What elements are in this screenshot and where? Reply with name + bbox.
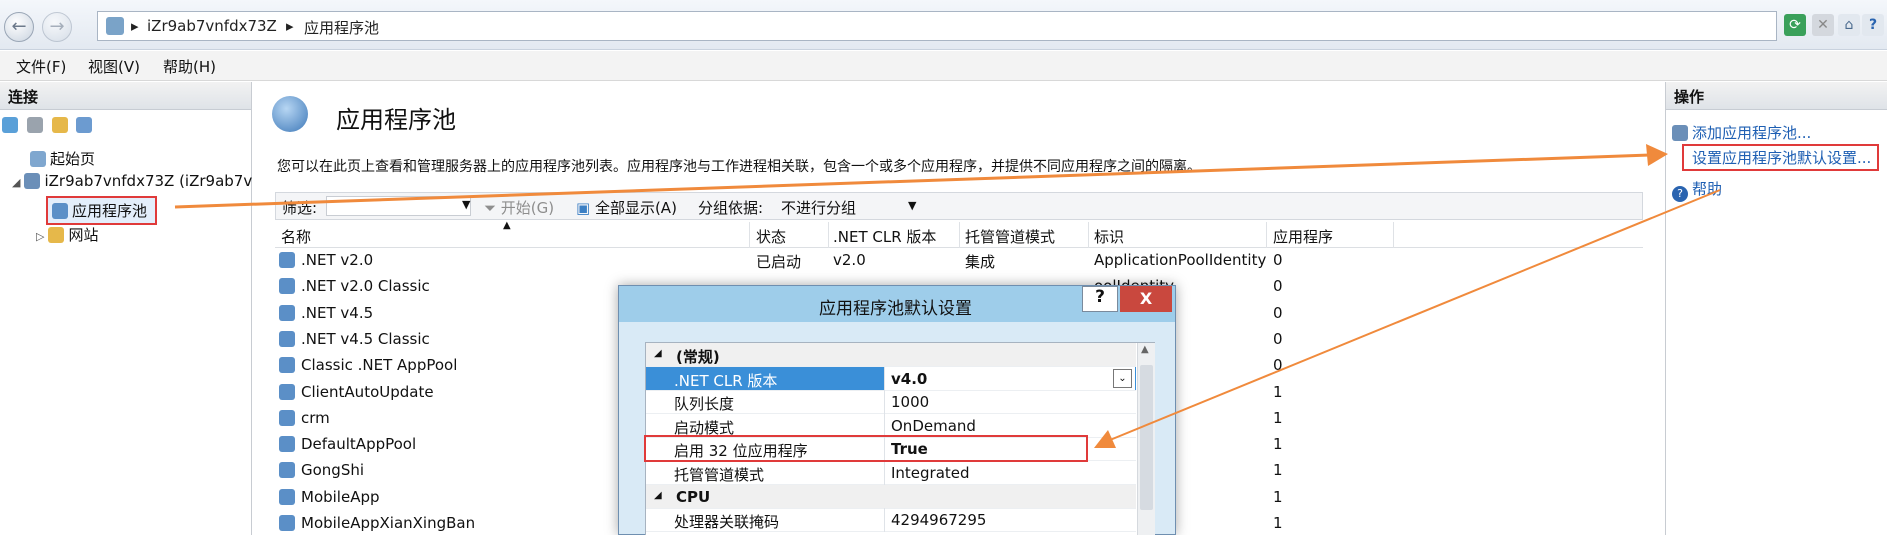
annotation-arrows [174, 144, 1721, 448]
arrow-line-right [1109, 189, 1721, 441]
arrow-head-right [1646, 144, 1668, 166]
arrow-line-left [174, 153, 1651, 209]
